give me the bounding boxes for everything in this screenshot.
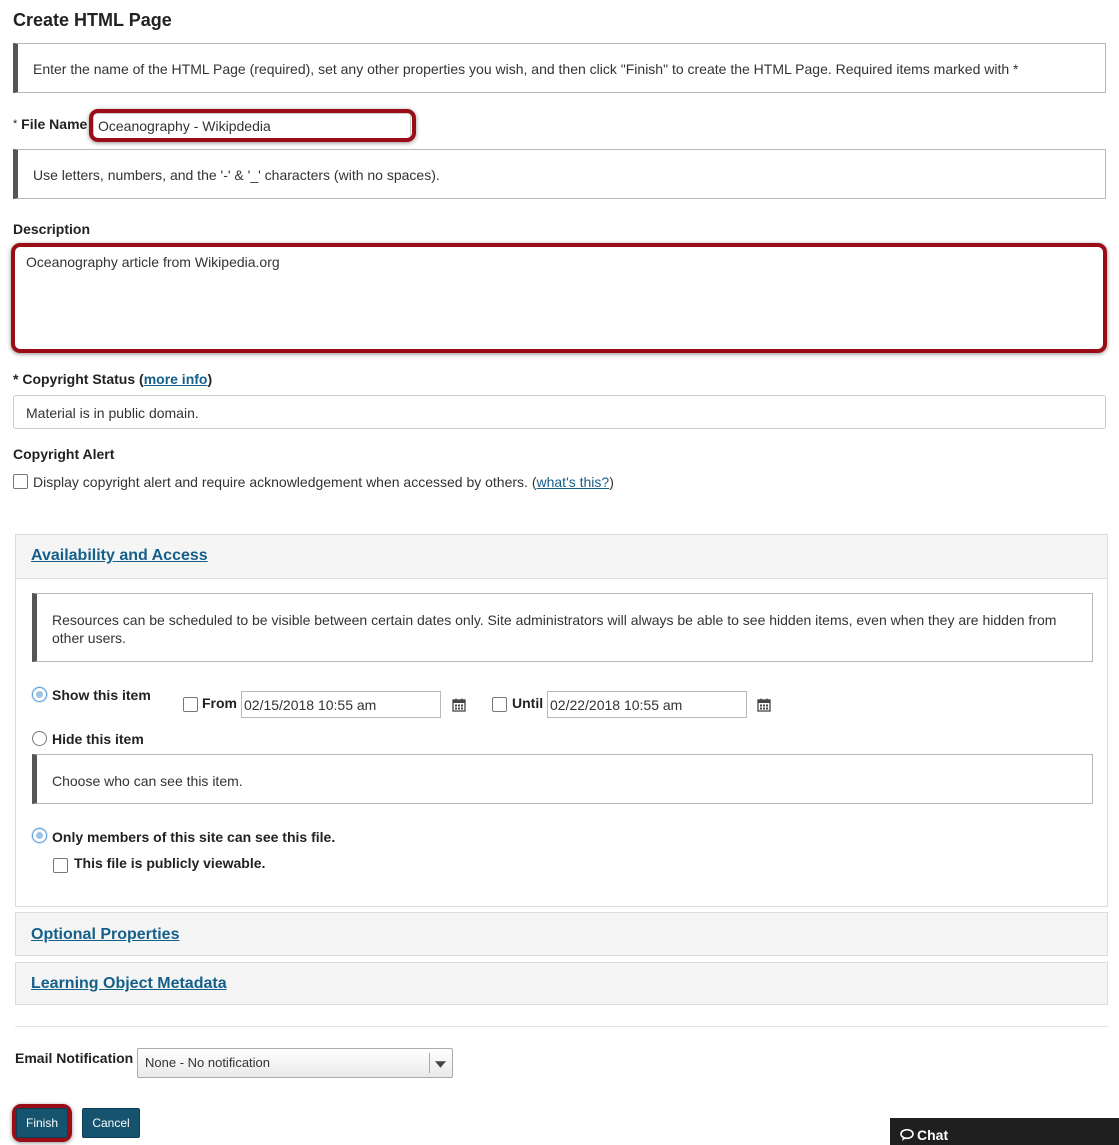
until-calendar-icon[interactable] — [757, 698, 771, 712]
show-item-radio[interactable] — [32, 687, 47, 702]
from-label: From — [202, 695, 237, 711]
copyright-status-label-text: Copyright Status — [22, 371, 136, 387]
availability-panel-header[interactable]: Availability and Access — [16, 535, 1107, 579]
copyright-alert-text: Display copyright alert and require ackn… — [33, 474, 614, 490]
optional-properties-panel[interactable]: Optional Properties — [15, 912, 1108, 956]
email-notification-value: None - No notification — [145, 1055, 271, 1070]
email-notification-select[interactable]: None - No notification — [137, 1048, 453, 1078]
file-name-label: * File Name — [13, 116, 87, 132]
learning-object-metadata-title[interactable]: Learning Object Metadata — [31, 975, 227, 993]
file-name-label-text: File Name — [21, 116, 88, 132]
description-label: Description — [13, 221, 91, 237]
divider — [15, 1026, 1108, 1027]
email-notification-label: Email Notification — [15, 1050, 134, 1066]
file-name-highlight — [89, 109, 416, 142]
availability-info-text: Resources can be scheduled to be visible… — [52, 612, 1057, 646]
learning-object-metadata-panel[interactable]: Learning Object Metadata — [15, 962, 1108, 1005]
required-marker: * — [13, 118, 18, 130]
availability-info-box: Resources can be scheduled to be visible… — [32, 593, 1093, 662]
who-can-see-box: Choose who can see this item. — [32, 754, 1093, 804]
optional-properties-title[interactable]: Optional Properties — [31, 926, 179, 944]
from-calendar-icon[interactable] — [452, 698, 466, 712]
instructions-box: Enter the name of the HTML Page (require… — [13, 43, 1106, 93]
alert-paren-close: ) — [609, 474, 614, 490]
cancel-button[interactable]: Cancel — [82, 1108, 140, 1138]
copyright-status-label: * Copyright Status (more info) — [13, 371, 212, 387]
public-label: This file is publicly viewable. — [74, 855, 266, 871]
select-divider — [429, 1053, 430, 1073]
public-checkbox[interactable] — [53, 858, 68, 873]
instructions-text: Enter the name of the HTML Page (require… — [33, 61, 1019, 77]
hide-item-radio[interactable] — [32, 731, 47, 746]
who-can-see-text: Choose who can see this item. — [52, 773, 243, 789]
from-date-input[interactable] — [241, 691, 441, 718]
chevron-down-icon — [435, 1061, 446, 1068]
members-only-label: Only members of this site can see this f… — [52, 829, 336, 845]
copyright-alert-checkbox-text: Display copyright alert and require ackn… — [33, 474, 528, 490]
copyright-status-select[interactable]: Material is in public domain. — [13, 395, 1106, 429]
file-name-hint-box: Use letters, numbers, and the '-' & '_' … — [13, 149, 1106, 199]
show-item-label: Show this item — [52, 687, 151, 703]
until-date-input[interactable] — [547, 691, 747, 718]
copyright-alert-label: Copyright Alert — [13, 446, 115, 462]
availability-panel: Availability and Access Resources can be… — [15, 534, 1108, 907]
finish-button[interactable]: Finish — [16, 1108, 68, 1138]
copyright-paren-close: ) — [207, 371, 213, 387]
copyright-required-marker: * — [13, 371, 19, 387]
description-highlight — [11, 243, 1107, 353]
members-only-radio[interactable] — [32, 828, 47, 843]
until-checkbox[interactable] — [492, 697, 507, 712]
from-checkbox[interactable] — [183, 697, 198, 712]
hide-item-label: Hide this item — [52, 731, 144, 747]
chat-label: Chat — [917, 1127, 949, 1143]
until-label: Until — [512, 695, 544, 711]
whats-this-link[interactable]: what's this? — [537, 474, 610, 490]
page-title: Create HTML Page — [13, 10, 172, 30]
copyright-alert-checkbox[interactable] — [13, 474, 28, 489]
chat-bubble-icon — [900, 1129, 914, 1141]
more-info-link[interactable]: more info — [144, 371, 208, 387]
file-name-hint: Use letters, numbers, and the '-' & '_' … — [33, 167, 440, 183]
copyright-status-value: Material is in public domain. — [26, 405, 199, 421]
chat-bar[interactable]: Chat — [890, 1118, 1119, 1145]
availability-panel-title[interactable]: Availability and Access — [31, 547, 208, 565]
